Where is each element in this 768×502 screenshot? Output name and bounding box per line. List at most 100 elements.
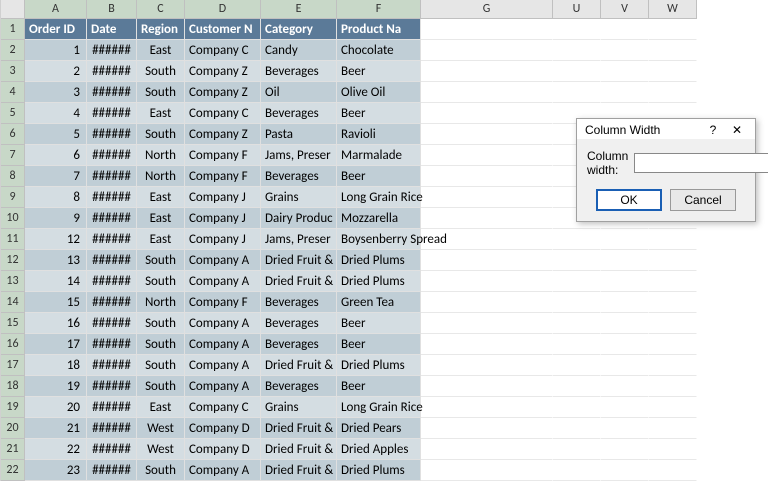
cell[interactable] bbox=[421, 82, 553, 103]
row-header[interactable]: 10 bbox=[1, 208, 25, 229]
cell[interactable]: ###### bbox=[87, 166, 137, 187]
cell[interactable]: South bbox=[137, 376, 185, 397]
cell[interactable] bbox=[421, 103, 553, 124]
cell[interactable]: Company D bbox=[185, 418, 261, 439]
cell[interactable]: ###### bbox=[87, 292, 137, 313]
cell[interactable] bbox=[553, 40, 601, 61]
cell[interactable]: Beverages bbox=[261, 103, 337, 124]
cell[interactable]: Long Grain Rice bbox=[337, 397, 421, 418]
cell[interactable] bbox=[649, 229, 697, 250]
cell[interactable]: Boysenberry Spread bbox=[337, 229, 421, 250]
cell[interactable]: South bbox=[137, 334, 185, 355]
cell[interactable]: 4 bbox=[25, 103, 87, 124]
cell[interactable] bbox=[601, 355, 649, 376]
cell[interactable]: 2 bbox=[25, 61, 87, 82]
header-cell-B[interactable]: Date bbox=[87, 19, 137, 40]
cell[interactable]: South bbox=[137, 313, 185, 334]
column-header-W[interactable]: W bbox=[649, 0, 697, 19]
cell[interactable]: Company F bbox=[185, 166, 261, 187]
cell[interactable]: Company Z bbox=[185, 82, 261, 103]
cell[interactable]: 3 bbox=[25, 82, 87, 103]
cell[interactable]: 6 bbox=[25, 145, 87, 166]
row-header[interactable]: 12 bbox=[1, 250, 25, 271]
cell[interactable]: South bbox=[137, 460, 185, 481]
header-cell-G[interactable] bbox=[421, 19, 553, 40]
cell[interactable] bbox=[601, 313, 649, 334]
cell[interactable]: Green Tea bbox=[337, 292, 421, 313]
column-header-G[interactable]: G bbox=[421, 0, 553, 19]
cell[interactable] bbox=[421, 208, 553, 229]
row-header[interactable]: 4 bbox=[1, 82, 25, 103]
column-header-E[interactable]: E bbox=[261, 0, 337, 19]
cell[interactable]: South bbox=[137, 271, 185, 292]
cell[interactable] bbox=[553, 397, 601, 418]
ok-button[interactable]: OK bbox=[596, 189, 662, 211]
cell[interactable] bbox=[421, 313, 553, 334]
cell[interactable]: Beer bbox=[337, 166, 421, 187]
cell[interactable]: South bbox=[137, 82, 185, 103]
header-cell-A[interactable]: Order ID bbox=[25, 19, 87, 40]
cell[interactable]: 20 bbox=[25, 397, 87, 418]
cell[interactable]: ###### bbox=[87, 124, 137, 145]
cell[interactable] bbox=[649, 439, 697, 460]
cell[interactable] bbox=[553, 355, 601, 376]
cell[interactable]: Beer bbox=[337, 61, 421, 82]
cell[interactable]: Company C bbox=[185, 40, 261, 61]
cell[interactable] bbox=[649, 250, 697, 271]
row-header[interactable]: 20 bbox=[1, 418, 25, 439]
cell[interactable] bbox=[601, 250, 649, 271]
cell[interactable] bbox=[421, 376, 553, 397]
cell[interactable]: Olive Oil bbox=[337, 82, 421, 103]
cell[interactable]: 22 bbox=[25, 439, 87, 460]
cell[interactable]: Dairy Produc bbox=[261, 208, 337, 229]
cell[interactable] bbox=[601, 439, 649, 460]
cell[interactable] bbox=[421, 40, 553, 61]
column-header-V[interactable]: V bbox=[601, 0, 649, 19]
column-header-F[interactable]: F bbox=[337, 0, 421, 19]
cell[interactable]: West bbox=[137, 439, 185, 460]
cancel-button[interactable]: Cancel bbox=[670, 189, 736, 211]
cell[interactable] bbox=[553, 460, 601, 481]
cell[interactable] bbox=[601, 418, 649, 439]
cell[interactable] bbox=[421, 250, 553, 271]
cell[interactable]: Beer bbox=[337, 103, 421, 124]
row-header[interactable]: 11 bbox=[1, 229, 25, 250]
cell[interactable]: Beer bbox=[337, 334, 421, 355]
cell[interactable]: ###### bbox=[87, 250, 137, 271]
cell[interactable]: ###### bbox=[87, 313, 137, 334]
cell[interactable]: 8 bbox=[25, 187, 87, 208]
cell[interactable] bbox=[421, 271, 553, 292]
cell[interactable]: ###### bbox=[87, 439, 137, 460]
cell[interactable] bbox=[649, 40, 697, 61]
cell[interactable]: Grains bbox=[261, 187, 337, 208]
cell[interactable]: Dried Fruit & bbox=[261, 439, 337, 460]
cell[interactable]: 9 bbox=[25, 208, 87, 229]
cell[interactable] bbox=[601, 61, 649, 82]
column-header-C[interactable]: C bbox=[137, 0, 185, 19]
cell[interactable] bbox=[421, 418, 553, 439]
cell[interactable] bbox=[553, 418, 601, 439]
cell[interactable]: Company C bbox=[185, 103, 261, 124]
cell[interactable]: Candy bbox=[261, 40, 337, 61]
cell[interactable]: South bbox=[137, 124, 185, 145]
row-header[interactable]: 14 bbox=[1, 292, 25, 313]
header-cell-D[interactable]: Customer N bbox=[185, 19, 261, 40]
header-cell-U[interactable] bbox=[553, 19, 601, 40]
cell[interactable]: ###### bbox=[87, 82, 137, 103]
column-header-U[interactable]: U bbox=[553, 0, 601, 19]
cell[interactable]: Company A bbox=[185, 334, 261, 355]
cell[interactable]: Company A bbox=[185, 271, 261, 292]
cell[interactable]: Beer bbox=[337, 376, 421, 397]
cell[interactable]: 17 bbox=[25, 334, 87, 355]
cell[interactable]: East bbox=[137, 229, 185, 250]
cell[interactable] bbox=[601, 271, 649, 292]
cell[interactable]: ###### bbox=[87, 229, 137, 250]
cell[interactable] bbox=[601, 82, 649, 103]
cell[interactable] bbox=[601, 40, 649, 61]
cell[interactable]: Dried Plums bbox=[337, 460, 421, 481]
cell[interactable] bbox=[421, 460, 553, 481]
row-header[interactable]: 13 bbox=[1, 271, 25, 292]
cell[interactable]: Dried Pears bbox=[337, 418, 421, 439]
cell[interactable]: ###### bbox=[87, 103, 137, 124]
cell[interactable]: Company C bbox=[185, 397, 261, 418]
